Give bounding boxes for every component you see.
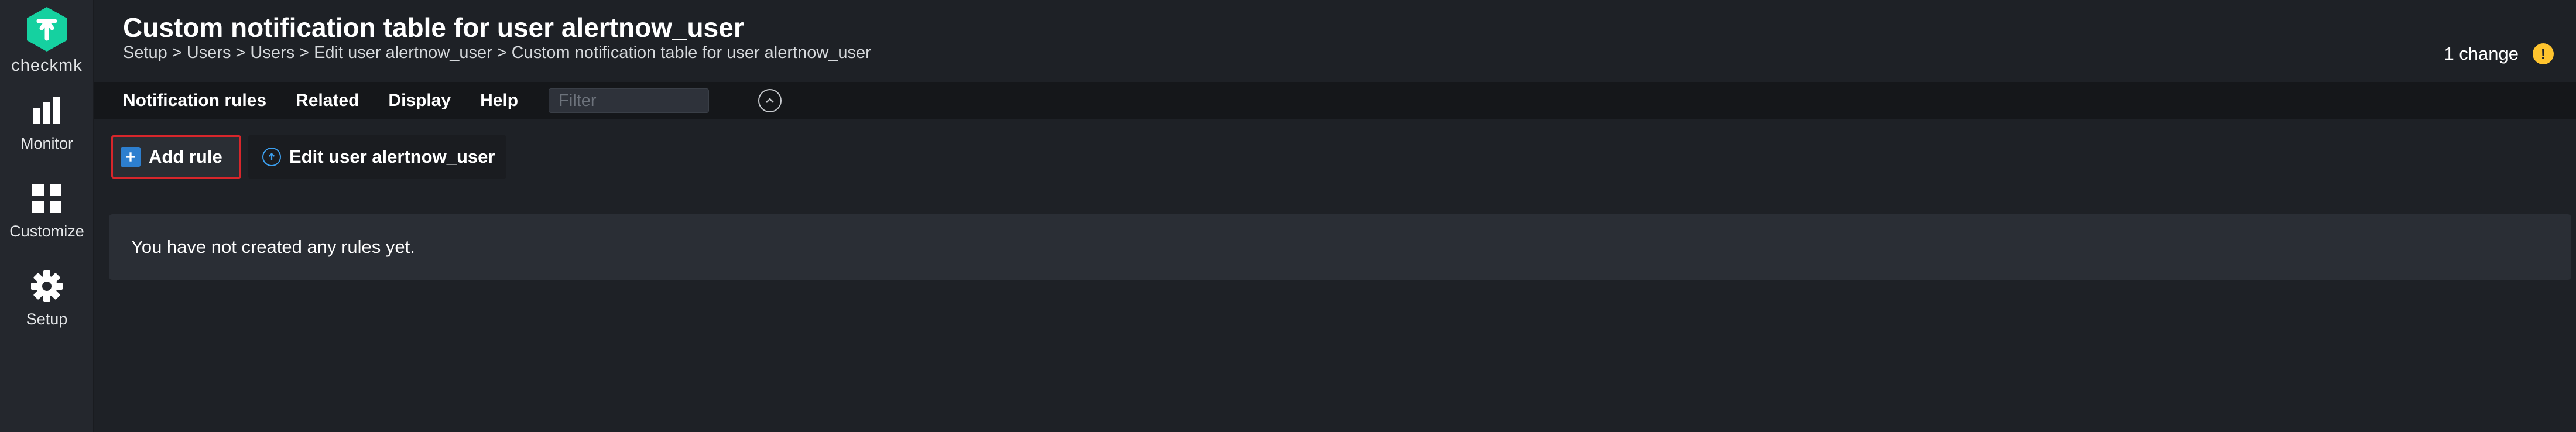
sidebar-item-monitor[interactable]: Monitor — [0, 94, 94, 170]
menu-display[interactable]: Display — [388, 91, 451, 111]
gear-icon — [31, 270, 63, 302]
breadcrumb-edit-user[interactable]: Edit user alertnow_user — [314, 43, 492, 62]
menu-related[interactable]: Related — [296, 91, 359, 111]
sidebar-item-setup[interactable]: Setup — [0, 269, 94, 345]
monitor-icon — [33, 97, 60, 124]
breadcrumb-users[interactable]: Users — [187, 43, 231, 62]
sidebar: checkmk Monitor Customize Setup — [0, 0, 94, 432]
logo-text: checkmk — [11, 56, 83, 75]
pending-changes-button[interactable]: 1 change ! — [2444, 43, 2554, 64]
sidebar-item-label: Setup — [26, 310, 68, 328]
plus-icon — [121, 147, 141, 167]
menu-help[interactable]: Help — [480, 91, 518, 111]
page-menu-bar: Notification rules Related Display Help — [94, 82, 2576, 119]
action-bar: Add rule Edit user alertnow_user — [111, 133, 507, 180]
edit-user-button[interactable]: Edit user alertnow_user — [248, 135, 507, 179]
empty-state-message-box: You have not created any rules yet. — [109, 214, 2571, 280]
breadcrumb-current[interactable]: Custom notification table for user alert… — [512, 43, 871, 62]
changes-label: 1 change — [2444, 43, 2519, 64]
customize-icon — [32, 184, 61, 213]
page-title: Custom notification table for user alert… — [123, 12, 744, 43]
breadcrumb-users-list[interactable]: Users — [250, 43, 294, 62]
chevron-up-icon — [766, 98, 775, 103]
add-rule-button[interactable]: Add rule — [111, 135, 241, 179]
breadcrumb-separator: > — [235, 43, 246, 62]
app-window: checkmk Monitor Customize Setup Custom n… — [0, 0, 2576, 432]
collapse-menu-button[interactable] — [758, 89, 782, 112]
page-header: Custom notification table for user alert… — [94, 0, 2576, 82]
breadcrumb-separator: > — [299, 43, 310, 62]
breadcrumb-setup[interactable]: Setup — [123, 43, 167, 62]
sidebar-item-label: Customize — [9, 222, 84, 240]
arrow-up-circle-icon — [262, 148, 281, 166]
sidebar-item-label: Monitor — [20, 135, 74, 152]
filter-input[interactable] — [559, 91, 780, 111]
breadcrumb-separator: > — [172, 43, 182, 62]
checkmk-logo-icon — [27, 7, 67, 52]
warning-icon: ! — [2533, 43, 2554, 64]
checkmk-logo[interactable]: checkmk — [0, 4, 94, 78]
breadcrumb: Setup > Users > Users > Edit user alertnow_use… — [123, 43, 871, 63]
filter-box — [549, 88, 780, 113]
empty-state-message: You have not created any rules yet. — [131, 236, 415, 257]
menu-notification-rules[interactable]: Notification rules — [123, 91, 266, 111]
sidebar-item-customize[interactable]: Customize — [0, 181, 94, 258]
add-rule-label: Add rule — [149, 146, 222, 167]
breadcrumb-separator: > — [496, 43, 507, 62]
edit-user-label: Edit user alertnow_user — [289, 146, 495, 167]
